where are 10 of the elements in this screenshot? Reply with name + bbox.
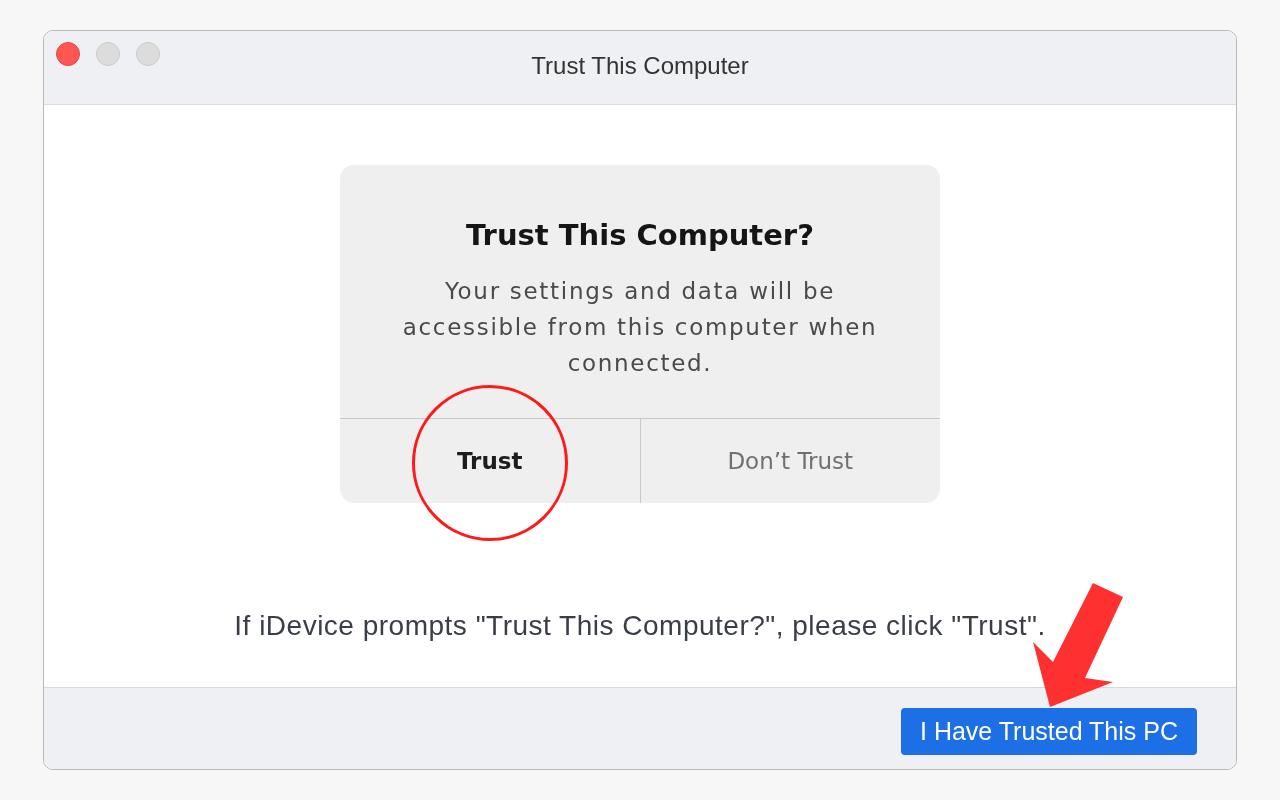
confirm-button[interactable]: I Have Trusted This PC: [901, 708, 1197, 755]
minimize-button[interactable]: [96, 42, 120, 66]
prompt-message: Your settings and data will be accessible from this computer when connected.: [401, 277, 879, 378]
window-title: Trust This Computer: [531, 51, 749, 80]
instruction-text: If iDevice prompts "Trust This Computer?", please click "Trust".: [234, 610, 1046, 642]
prompt-title: Trust This Computer?: [466, 217, 814, 254]
prompt-button[interactable]: Don’t Trust: [639, 419, 940, 503]
close-button[interactable]: [56, 42, 80, 66]
zoom-button[interactable]: [136, 42, 160, 66]
prompt-button[interactable]: Trust: [340, 419, 640, 503]
